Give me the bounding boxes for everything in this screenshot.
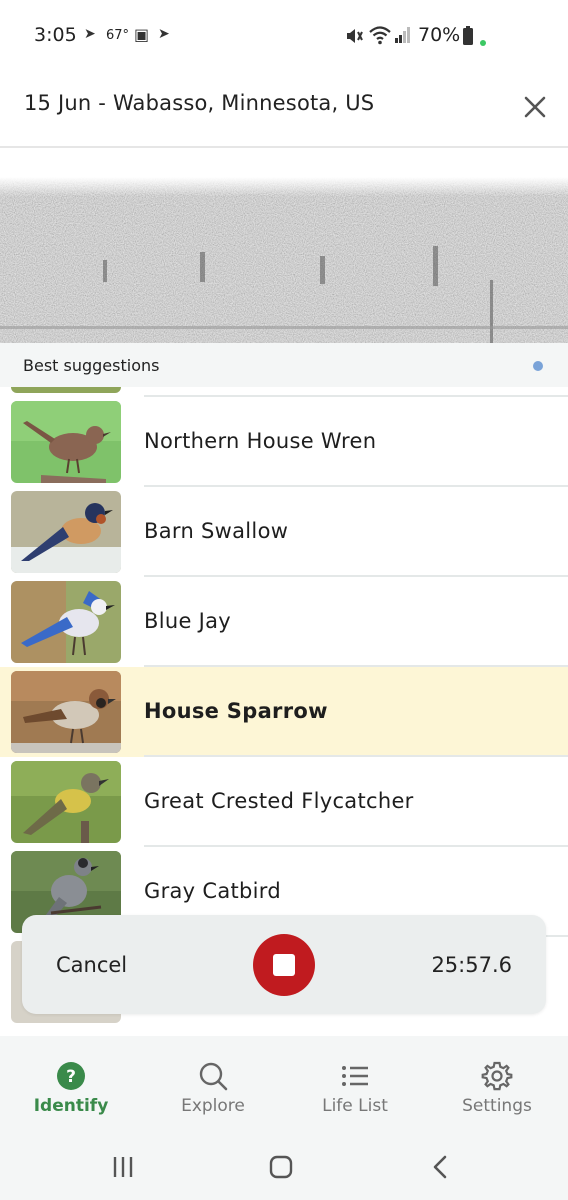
spectrogram-graphic — [0, 150, 568, 343]
bird-thumbnail — [11, 581, 121, 663]
nav-identify[interactable]: ? Identify — [0, 1036, 142, 1134]
bird-thumbnail — [11, 491, 121, 573]
list-item-partial — [0, 387, 568, 397]
suggestions-status-dot — [533, 361, 543, 371]
svg-text:?: ? — [66, 1067, 76, 1087]
bird-notification-icon-2: ➤ — [158, 26, 170, 42]
list-item-northern-house-wren[interactable]: Northern House Wren — [0, 397, 568, 487]
bird-name: Northern House Wren — [144, 429, 377, 453]
list-item-blue-jay[interactable]: Blue Jay — [0, 577, 568, 667]
spectrogram[interactable] — [0, 150, 568, 343]
nav-label: Life List — [322, 1096, 388, 1116]
list-icon — [342, 1066, 368, 1086]
question-circle-icon: ? — [57, 1062, 85, 1090]
nav-settings[interactable]: Settings — [426, 1036, 568, 1134]
nav-label: Explore — [181, 1096, 245, 1116]
nav-life-list[interactable]: Life List — [284, 1036, 426, 1134]
header: 15 Jun - Wabasso, Minnesota, US — [0, 72, 568, 148]
nav-label: Identify — [33, 1096, 109, 1116]
wifi-icon — [369, 26, 391, 45]
privacy-indicator-dot — [480, 40, 486, 46]
bird-thumbnail — [11, 387, 121, 393]
gear-icon — [481, 1061, 513, 1091]
list-item-great-crested-flycatcher[interactable]: Great Crested Flycatcher — [0, 757, 568, 847]
stop-icon — [273, 954, 295, 976]
page-title: 15 Jun - Wabasso, Minnesota, US — [24, 91, 375, 115]
bird-name: Barn Swallow — [144, 519, 289, 543]
nav-label: Settings — [462, 1096, 532, 1116]
cancel-button[interactable]: Cancel — [56, 953, 127, 977]
status-bar: 3:05 ➤ 67° ▣ ➤ 70% — [0, 0, 568, 72]
status-temperature: 67° — [106, 28, 130, 43]
nav-explore[interactable]: Explore — [142, 1036, 284, 1134]
close-icon[interactable] — [518, 90, 552, 124]
back-icon[interactable] — [426, 1152, 456, 1182]
bird-name: House Sparrow — [144, 699, 328, 723]
battery-icon — [463, 26, 473, 45]
bird-thumbnail — [11, 761, 121, 843]
image-notification-icon: ▣ — [134, 25, 150, 44]
list-item-barn-swallow[interactable]: Barn Swallow — [0, 487, 568, 577]
bird-name: Great Crested Flycatcher — [144, 789, 414, 813]
bird-name: Gray Catbird — [144, 879, 282, 903]
status-time: 3:05 — [34, 24, 77, 46]
recent-apps-icon[interactable] — [108, 1152, 138, 1182]
recording-panel: Cancel 25:57.6 — [22, 915, 546, 1014]
system-nav-bar — [0, 1134, 568, 1200]
bird-thumbnail — [11, 401, 121, 483]
mute-icon — [347, 29, 363, 43]
suggestions-header: Best suggestions — [0, 343, 568, 387]
suggestions-label: Best suggestions — [23, 356, 160, 375]
recording-timer: 25:57.6 — [431, 953, 512, 977]
stop-recording-button[interactable] — [253, 934, 315, 996]
bird-thumbnail — [11, 671, 121, 753]
list-item-house-sparrow[interactable]: House Sparrow — [0, 667, 568, 757]
home-icon[interactable] — [266, 1152, 296, 1182]
bottom-nav: ? Identify Explore Life List Settings — [0, 1036, 568, 1134]
search-icon — [199, 1062, 228, 1091]
bird-notification-icon: ➤ — [84, 26, 96, 42]
bird-name: Blue Jay — [144, 609, 232, 633]
battery-percent: 70% — [418, 24, 461, 46]
signal-icon — [395, 27, 410, 43]
